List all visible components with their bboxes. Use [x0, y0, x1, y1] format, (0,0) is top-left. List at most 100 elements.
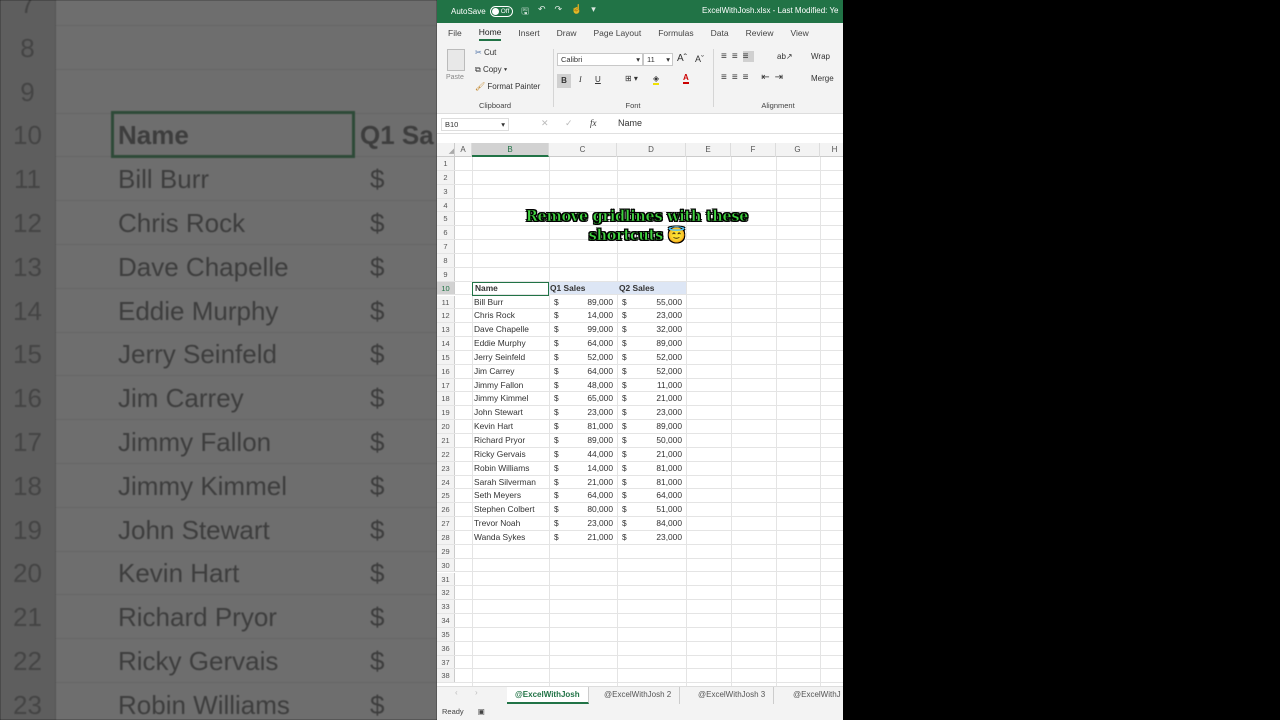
row-header[interactable]: 32 [437, 586, 455, 600]
header-q2-sales[interactable]: Q2 Sales [619, 282, 654, 295]
paste-button[interactable]: Paste [446, 74, 464, 81]
q2-sales-cell[interactable]: 11,000 [635, 379, 682, 392]
header-q1-sales[interactable]: Q1 Sales [550, 282, 585, 295]
row-header[interactable]: 38 [437, 669, 455, 683]
row-header[interactable]: 33 [437, 600, 455, 614]
tab-home[interactable]: Home [478, 25, 502, 41]
q2-sales-cell[interactable]: 21,000 [635, 448, 682, 461]
row-header[interactable]: 18 [437, 392, 455, 406]
row-header[interactable]: 2 [437, 170, 455, 184]
q1-sales-cell[interactable]: 99,000 [567, 323, 613, 336]
row-header[interactable]: 17 [437, 378, 455, 392]
increase-font-icon[interactable]: Aˆ [677, 53, 687, 64]
q1-sales-cell[interactable]: 23,000 [567, 406, 613, 419]
horizontal-align-icons[interactable]: ≡≡≡ ⇤⇥ [721, 72, 788, 83]
row-header[interactable]: 25 [437, 489, 455, 503]
save-icon[interactable]: 🖫 [521, 4, 529, 20]
underline-button[interactable]: U [595, 75, 601, 84]
tab-formulas[interactable]: Formulas [658, 26, 693, 40]
redo-icon[interactable]: ↷ [554, 4, 562, 20]
paste-icon[interactable] [447, 49, 465, 71]
q1-sales-cell[interactable]: 44,000 [567, 448, 613, 461]
wrap-text-button[interactable]: Wrap [811, 52, 830, 61]
font-size-select[interactable]: 11 ▾ [643, 53, 673, 66]
name-cell[interactable]: Jimmy Kimmel [474, 392, 528, 405]
macro-record-icon[interactable]: ▣ [478, 707, 485, 716]
sheet-tab-4[interactable]: @ExcelWithJ [785, 687, 843, 704]
q1-sales-cell[interactable]: 89,000 [567, 434, 613, 447]
q2-sales-cell[interactable]: 81,000 [635, 462, 682, 475]
q1-sales-cell[interactable]: 21,000 [567, 531, 613, 544]
font-name-select[interactable]: Calibri ▾ [557, 53, 643, 66]
row-header[interactable]: 29 [437, 544, 455, 558]
undo-icon[interactable]: ↶ [538, 4, 546, 20]
q1-sales-cell[interactable]: 81,000 [567, 420, 613, 433]
column-header-f[interactable]: F [731, 143, 776, 157]
row-header[interactable]: 8 [437, 253, 455, 267]
q2-sales-cell[interactable]: 21,000 [635, 392, 682, 405]
bold-button[interactable]: B [557, 74, 571, 88]
q2-sales-cell[interactable]: 81,000 [635, 476, 682, 489]
fx-button[interactable]: fx [590, 118, 597, 128]
formula-input[interactable]: Name [618, 118, 642, 128]
tab-review[interactable]: Review [746, 26, 774, 40]
tab-page-layout[interactable]: Page Layout [594, 26, 642, 40]
name-cell[interactable]: Kevin Hart [474, 420, 513, 433]
q1-sales-cell[interactable]: 21,000 [567, 476, 613, 489]
row-header[interactable]: 27 [437, 517, 455, 530]
fill-color-icon[interactable]: ◈ [653, 74, 660, 85]
row-header[interactable]: 13 [437, 323, 455, 337]
sheet-tab-2[interactable]: @ExcelWithJosh 2 [596, 687, 681, 704]
row-header[interactable]: 28 [437, 530, 455, 544]
q1-sales-cell[interactable]: 64,000 [567, 365, 613, 378]
name-cell[interactable]: Ricky Gervais [474, 448, 526, 461]
row-header[interactable]: 10 [437, 281, 455, 295]
column-header-b[interactable]: B [472, 143, 549, 157]
orientation-icon[interactable]: ab↗ [777, 52, 793, 61]
italic-button[interactable]: I [579, 75, 582, 84]
name-cell[interactable]: Wanda Sykes [474, 531, 525, 544]
q1-sales-cell[interactable]: 64,000 [567, 337, 613, 350]
row-header[interactable]: 7 [437, 240, 455, 253]
q1-sales-cell[interactable]: 89,000 [567, 296, 613, 309]
column-header-g[interactable]: G [776, 143, 820, 157]
column-header-d[interactable]: D [617, 143, 686, 157]
borders-icon[interactable]: ⊞ ▾ [625, 74, 638, 83]
row-header[interactable]: 36 [437, 641, 455, 655]
q1-sales-cell[interactable]: 64,000 [567, 489, 613, 502]
row-header[interactable]: 24 [437, 475, 455, 489]
q1-sales-cell[interactable]: 52,000 [567, 351, 613, 364]
name-cell[interactable]: Robin Williams [474, 462, 529, 475]
name-cell[interactable]: John Stewart [474, 406, 523, 419]
scroll-right-icon[interactable]: › [475, 688, 478, 697]
q2-sales-cell[interactable]: 50,000 [635, 434, 682, 447]
row-header[interactable]: 30 [437, 558, 455, 572]
tab-view[interactable]: View [791, 26, 809, 40]
row-header[interactable]: 31 [437, 572, 455, 586]
name-box[interactable]: B10 ▾ [441, 118, 509, 131]
cut-button[interactable]: ✂ Cut [475, 48, 496, 57]
q2-sales-cell[interactable]: 23,000 [635, 406, 682, 419]
sheet-tab-1[interactable]: @ExcelWithJosh [507, 687, 589, 704]
enter-icon[interactable]: ✓ [565, 118, 573, 129]
row-header[interactable]: 16 [437, 364, 455, 378]
row-header[interactable]: 4 [437, 198, 455, 212]
scroll-left-icon[interactable]: ‹ [455, 688, 458, 697]
q1-sales-cell[interactable]: 80,000 [567, 503, 613, 516]
name-cell[interactable]: Bill Burr [474, 296, 503, 309]
row-header[interactable]: 12 [437, 309, 455, 323]
merge-button[interactable]: Merge [811, 74, 834, 83]
row-header[interactable]: 5 [437, 212, 455, 226]
row-header[interactable]: 3 [437, 184, 455, 198]
name-cell[interactable]: Sarah Silverman [474, 476, 536, 489]
name-cell[interactable]: Chris Rock [474, 309, 515, 322]
row-header[interactable]: 15 [437, 350, 455, 364]
touch-mode-icon[interactable]: ☝ [571, 4, 582, 20]
q2-sales-cell[interactable]: 51,000 [635, 503, 682, 516]
select-all-corner[interactable]: ◢ [437, 143, 455, 157]
tab-insert[interactable]: Insert [518, 26, 539, 40]
q2-sales-cell[interactable]: 89,000 [635, 337, 682, 350]
row-header[interactable]: 26 [437, 503, 455, 517]
name-cell[interactable]: Jerry Seinfeld [474, 351, 525, 364]
q2-sales-cell[interactable]: 52,000 [635, 351, 682, 364]
